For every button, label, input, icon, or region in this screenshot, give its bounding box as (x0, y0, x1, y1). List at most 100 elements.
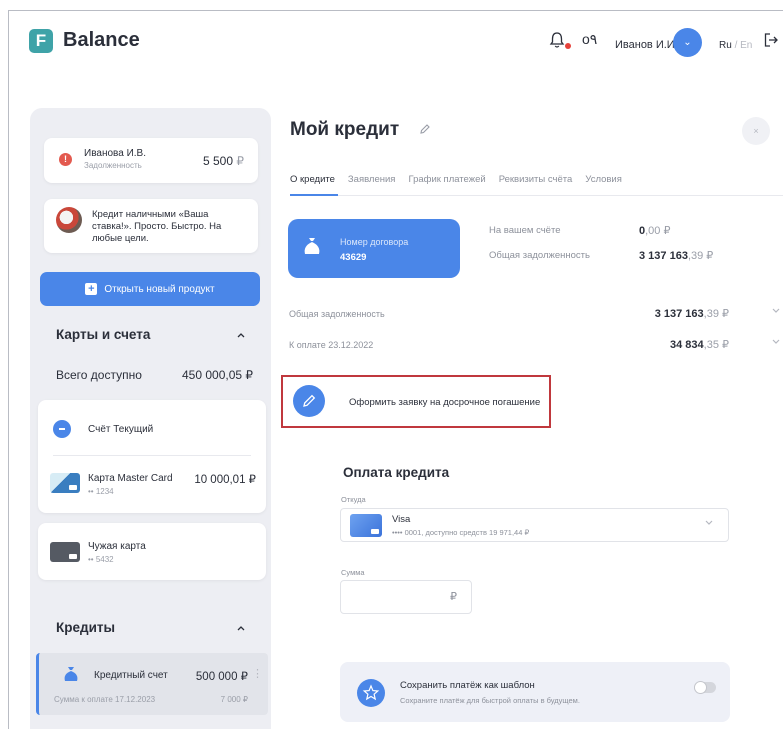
more-icon[interactable]: ⋮ (252, 667, 263, 680)
tab-conditions[interactable]: Условия (585, 174, 622, 195)
money-bag-icon (64, 667, 78, 681)
promo-card[interactable]: Кредит наличными «Ваша ставка!». Просто.… (44, 199, 258, 253)
user-name[interactable]: Иванов И.И. (615, 39, 678, 51)
tabs-divider (290, 195, 783, 196)
save-template-title: Сохранить платёж как шаблон (400, 680, 535, 691)
save-template-toggle[interactable] (694, 681, 716, 694)
contract-label: Номер договора (340, 237, 409, 247)
summary-label: Общая задолженность (289, 309, 385, 319)
total-debt-int: 3 137 163 (639, 250, 688, 262)
edit-pencil-icon[interactable] (419, 123, 431, 135)
total-debt-kop: ,39 ₽ (687, 250, 714, 262)
sum-currency: ₽ (450, 591, 457, 603)
promo-text: Кредит наличными «Ваша ставка!». Просто.… (92, 209, 222, 244)
open-new-product-button[interactable]: + Открыть новый продукт (40, 272, 260, 306)
key-icon[interactable]: о٩ (582, 31, 597, 48)
chevron-down-icon[interactable] (771, 307, 781, 315)
credit-account-label: Кредитный счет (94, 670, 168, 681)
debtor-name: Иванова И.В. (84, 148, 146, 159)
selected-card-name: Visa (392, 514, 411, 525)
pencil-icon (293, 385, 325, 417)
tab-about-credit[interactable]: О кредите (290, 174, 335, 195)
total-available-value: 450 000,05 ₽ (182, 368, 254, 382)
debt-amount-value: 5 500 (202, 154, 234, 168)
app-name: Balance (63, 29, 140, 51)
total-debt-value: 3 137 163,39 ₽ (639, 249, 713, 262)
logout-icon[interactable] (764, 33, 778, 47)
summary-row-due[interactable]: К оплате 23.12.2022 34 834,35 ₽ (289, 332, 783, 362)
credit-due-value: 7 000 ₽ (220, 695, 248, 704)
selected-card-details: •••• 0001, доступно средств 19 971,44 ₽ (392, 528, 530, 537)
total-available-label: Всего доступно (56, 368, 142, 382)
close-icon[interactable]: × (742, 117, 770, 145)
early-repayment-button[interactable]: Оформить заявку на досрочное погашение (281, 375, 551, 428)
debt-amount: 5 500 ₽ (203, 154, 244, 168)
early-repayment-label: Оформить заявку на досрочное погашение (349, 397, 541, 408)
summary-value: 3 137 163,39 ₽ (655, 307, 729, 320)
visa-card-icon (350, 514, 382, 537)
lang-separator: / (734, 40, 738, 51)
tab-applications[interactable]: Заявления (348, 174, 396, 195)
summary-int: 34 834 (669, 339, 704, 351)
app-window: F Balance о٩ Иванов И.И. ⌄ Ru / En ! Ива… (8, 10, 783, 729)
total-debt-label: Общая задолженность (489, 250, 590, 261)
contract-number: 43629 (340, 252, 367, 263)
money-bag-icon (304, 238, 320, 254)
mastercard-number: •• 1234 (88, 487, 114, 496)
on-account-kop: ,00 ₽ (645, 225, 671, 237)
sidebar: ! Иванова И.В. Задолженность 5 500 ₽ Кре… (30, 108, 271, 729)
foreign-card[interactable]: Чужая карта •• 5432 (38, 523, 266, 580)
accounts-section-title: Карты и счета (56, 327, 151, 342)
on-account-value: 0,00 ₽ (639, 224, 670, 237)
save-template-subtitle: Сохраните платёж для быстрой оплаты в бу… (400, 696, 580, 705)
alert-icon: ! (59, 153, 72, 166)
on-account-label: На вашем счёте (489, 225, 561, 236)
summary-label: К оплате 23.12.2022 (289, 340, 374, 350)
payment-title: Оплата кредита (343, 465, 450, 480)
lang-en[interactable]: En (740, 40, 752, 51)
star-icon (357, 679, 385, 707)
debt-label: Задолженность (84, 161, 142, 170)
divider (53, 455, 251, 456)
current-account-label[interactable]: Счёт Текущий (88, 424, 153, 435)
sum-input[interactable]: ₽ (340, 580, 472, 614)
credit-due-label: Сумма к оплате 17.12.2023 (54, 695, 156, 704)
mastercard-label[interactable]: Карта Master Card (88, 473, 173, 484)
active-tab-indicator (290, 194, 338, 196)
current-account-icon (53, 420, 71, 438)
open-new-product-label: Открыть новый продукт (104, 283, 215, 295)
bell-icon[interactable] (549, 31, 565, 49)
tabs: О кредите Заявления График платежей Рекв… (290, 174, 635, 195)
chevron-up-icon[interactable] (236, 331, 246, 339)
notification-badge (565, 43, 571, 49)
summary-int: 3 137 163 (654, 308, 704, 320)
foreign-card-number: •• 5432 (88, 555, 114, 564)
mastercard-balance: 10 000,01 ₽ (194, 474, 256, 486)
contract-card: Номер договора 43629 (288, 219, 460, 278)
debt-card[interactable]: ! Иванова И.В. Задолженность 5 500 ₽ (44, 138, 258, 183)
page-title: Мой кредит (290, 119, 400, 140)
language-switch: Ru / En (719, 40, 752, 51)
foreign-card-icon (50, 542, 80, 562)
summary-kop: ,35 ₽ (703, 339, 729, 351)
logo-icon: F (29, 29, 53, 53)
credit-account-item[interactable]: Кредитный счет 500 000 ₽ ⋮ Сумма к оплат… (36, 653, 268, 715)
tab-payment-schedule[interactable]: График платежей (408, 174, 485, 195)
from-account-select[interactable]: Visa •••• 0001, доступно средств 19 971,… (340, 508, 729, 542)
from-label: Откуда (341, 495, 366, 504)
summary-kop: ,39 ₽ (703, 308, 729, 320)
promo-image (56, 207, 82, 233)
summary-value: 34 834,35 ₽ (670, 338, 729, 351)
summary-row-total-debt[interactable]: Общая задолженность 3 137 163,39 ₽ (289, 301, 783, 331)
lang-ru[interactable]: Ru (719, 40, 732, 51)
accounts-card: Счёт Текущий Карта Master Card •• 1234 1… (38, 400, 266, 513)
plus-icon: + (85, 283, 98, 295)
save-template-panel: Сохранить платёж как шаблон Сохраните пл… (340, 662, 730, 722)
chevron-down-icon (705, 520, 713, 525)
mastercard-icon (50, 473, 80, 493)
tab-account-details[interactable]: Реквизиты счёта (499, 174, 573, 195)
credits-section-title: Кредиты (56, 620, 116, 635)
chevron-up-icon[interactable] (236, 624, 246, 632)
user-menu-chevron-icon[interactable]: ⌄ (673, 28, 702, 57)
chevron-down-icon[interactable] (771, 338, 781, 346)
